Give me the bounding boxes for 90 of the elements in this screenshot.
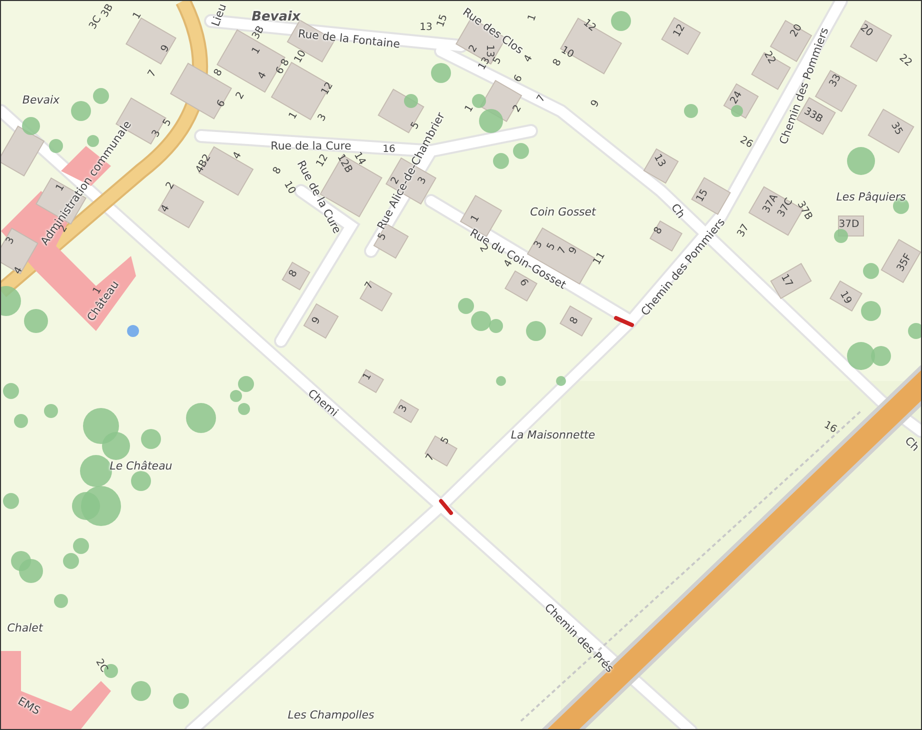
house-number: 15	[436, 13, 450, 29]
house-number: 8	[280, 58, 292, 68]
house-number: 13	[651, 152, 667, 170]
house-number: 3	[151, 128, 163, 140]
house-number: 2C	[93, 658, 109, 674]
house-number: 10	[293, 48, 309, 66]
house-number: 4	[523, 54, 535, 64]
house-number: 20	[858, 23, 874, 39]
house-number: 2	[165, 180, 177, 192]
house-number: 7	[364, 280, 376, 292]
house-number: 8	[653, 226, 665, 236]
house-number: 4	[160, 204, 172, 214]
house-number: 10	[281, 180, 297, 196]
house-number: 3	[317, 112, 329, 124]
place-label: Coin Gosset	[530, 206, 596, 218]
house-number: 6	[216, 98, 228, 110]
house-number: 3	[5, 236, 17, 246]
house-number: 5	[546, 242, 558, 252]
place-label: La Maisonnette	[510, 430, 596, 440]
street-label: Ch	[669, 202, 687, 220]
place-label: Les Champolles	[288, 710, 374, 720]
house-number: 7	[557, 246, 569, 256]
house-number: 5	[377, 232, 389, 242]
house-number: 9	[590, 98, 602, 110]
house-number: 13	[484, 44, 494, 58]
house-number: 33B	[802, 106, 824, 126]
house-number: 1	[464, 104, 476, 114]
house-number: 8	[272, 166, 284, 176]
house-number: 7	[147, 68, 159, 80]
house-number: 26	[738, 135, 754, 151]
house-number: 4	[13, 266, 25, 276]
house-number: 12	[580, 18, 598, 34]
house-number: 20	[789, 22, 805, 40]
house-number: 7	[536, 94, 548, 104]
house-number: 2	[235, 90, 247, 102]
house-number: 3	[398, 404, 410, 414]
place-label: Bevaix	[252, 10, 300, 24]
street-label: Rue de la Cure	[270, 140, 352, 152]
house-number: 5	[492, 56, 504, 66]
house-number: 4	[257, 70, 269, 82]
house-number: 9	[160, 44, 172, 54]
house-number: 37D	[838, 220, 860, 230]
place-label: Le Château	[110, 460, 172, 472]
house-number: 2	[512, 104, 524, 114]
street-label: Lieu	[210, 2, 228, 28]
house-number: 1	[132, 10, 144, 22]
house-number: 12	[320, 80, 336, 98]
house-number: 8	[213, 68, 225, 78]
street-label: Ch	[902, 434, 921, 454]
house-number: 4	[232, 150, 244, 162]
house-number: 7	[425, 452, 437, 464]
house-number: 1	[288, 110, 300, 122]
house-number: 1	[470, 214, 482, 224]
house-number: 22	[761, 50, 777, 66]
house-number: 24	[729, 90, 745, 106]
house-number: 6	[513, 74, 525, 84]
house-number: 1	[527, 13, 539, 23]
house-number: 19	[837, 290, 853, 306]
house-number: 11	[592, 250, 608, 268]
house-number: 12	[672, 22, 688, 40]
house-number: 9	[311, 316, 323, 326]
house-number: 8	[288, 268, 300, 280]
house-number: 1	[362, 372, 374, 382]
house-number: 8	[569, 316, 581, 326]
house-number: 3B	[251, 24, 267, 42]
house-number: 2	[468, 44, 480, 54]
house-number: 5	[440, 436, 452, 446]
place-label: Bevaix	[22, 94, 60, 106]
map-drawing[interactable]	[1, 1, 921, 729]
house-number: 13	[477, 56, 493, 72]
house-number: 13	[420, 23, 432, 33]
house-number: 1	[251, 46, 263, 56]
street-label: Rue de la Fontaine	[298, 28, 400, 50]
street-label: EMS	[16, 695, 42, 717]
house-number: 22	[896, 53, 914, 69]
house-number: 5	[162, 118, 174, 128]
place-label: Les Pâquiers	[836, 192, 906, 202]
house-number: 37	[736, 222, 752, 240]
house-number: 17	[778, 272, 794, 290]
house-number: 3	[533, 240, 545, 250]
house-number: 35	[888, 120, 904, 138]
house-number: 12	[315, 152, 331, 170]
house-number: 15	[695, 188, 711, 204]
house-number: 16	[822, 420, 838, 436]
house-number: 6	[275, 66, 287, 76]
house-number: 2	[477, 244, 489, 254]
house-number: 33	[828, 72, 844, 90]
place-label: Chalet	[7, 622, 43, 634]
house-number: 14	[351, 150, 367, 168]
house-number: 9	[568, 246, 580, 256]
